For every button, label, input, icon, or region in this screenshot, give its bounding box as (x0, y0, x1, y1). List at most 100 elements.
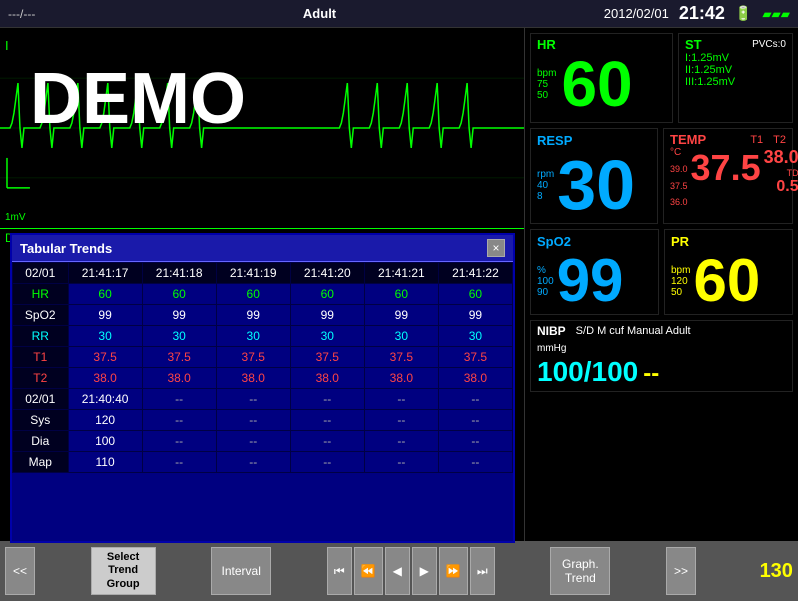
cell-date-5: -- (438, 389, 512, 410)
cell-sys-1: -- (142, 410, 216, 431)
hr-scale-high: 75 (537, 79, 556, 90)
main-area: I DEMO 1mV Diagnosis Tabular Trends × 02… (0, 28, 798, 541)
hr-st-row: HR bpm 75 50 60 ST PVCs:0 I:1.25mV (530, 33, 793, 123)
top-bar: ---/--- Adult 2012/02/01 21:42 🔋 ▰▰▰ (0, 0, 798, 28)
battery-icon: 🔋 (735, 5, 752, 22)
table-row-dia: Dia100---------- (13, 431, 513, 452)
cell-date-1: -- (142, 389, 216, 410)
temp-t-labels: T1 T2 (750, 134, 786, 146)
cell-spo2-5: 99 (438, 305, 512, 326)
hr-value: 60 (561, 52, 632, 116)
cell-map-3: -- (290, 452, 364, 473)
st-row-III: III:1.25mV (685, 76, 786, 88)
nav-prev-button[interactable]: ◀ (385, 547, 410, 595)
col-time5: 21:41:21 (364, 263, 438, 284)
resp-unit: rpm (537, 169, 554, 180)
hr-title: HR (537, 37, 556, 52)
col-time2: 21:41:18 (142, 263, 216, 284)
cell-t2-1: 38.0 (142, 368, 216, 389)
cell-spo2-3: 99 (290, 305, 364, 326)
modal-close-button[interactable]: × (487, 239, 505, 257)
nav-next-fast-button[interactable]: ⏩ (439, 547, 468, 595)
table-row-hr: HR606060606060 (13, 284, 513, 305)
battery-bars: ▰▰▰ (762, 7, 790, 21)
cell-t1-1: 37.5 (142, 347, 216, 368)
nibp-block: NIBP S/D M cuf Manual Adult mmHg 100/100… (530, 320, 793, 392)
resp-scale-low: 8 (537, 191, 554, 202)
hr-inner: bpm 75 50 60 (537, 52, 666, 116)
cell-spo2-0: 99 (68, 305, 142, 326)
left-panel: I DEMO 1mV Diagnosis Tabular Trends × 02… (0, 28, 525, 541)
tabular-modal: Tabular Trends × 02/01 21:41:17 21:41:18… (10, 233, 515, 543)
interval-button[interactable]: Interval (211, 547, 271, 595)
cell-dia-4: -- (364, 431, 438, 452)
cell-dia-2: -- (216, 431, 290, 452)
pr-scale-low: 50 (671, 287, 690, 298)
nav-next-button[interactable]: ▶ (412, 547, 437, 595)
spo2-unit: % (537, 265, 554, 276)
select-trend-button[interactable]: SelectTrendGroup (91, 547, 156, 595)
col-label-header: 02/01 (13, 263, 69, 284)
cell-rr-2: 30 (216, 326, 290, 347)
row-label-rr: RR (13, 326, 69, 347)
nav-first-button[interactable]: ⏮ (327, 547, 352, 595)
cell-hr-1: 60 (142, 284, 216, 305)
trend-tbody: HR606060606060SpO2999999999999RR30303030… (13, 284, 513, 473)
spo2-block: SpO2 % 100 90 99 (530, 229, 659, 315)
table-row-map: Map110---------- (13, 452, 513, 473)
row-label-spo2: SpO2 (13, 305, 69, 326)
cell-t2-5: 38.0 (438, 368, 512, 389)
nibp-inner: 100/100 -- (537, 356, 786, 388)
hr-block: HR bpm 75 50 60 (530, 33, 673, 123)
cell-t1-0: 37.5 (68, 347, 142, 368)
cell-map-5: -- (438, 452, 512, 473)
cell-t1-5: 37.5 (438, 347, 512, 368)
cell-map-0: 110 (68, 452, 142, 473)
pr-unit: bpm (671, 265, 690, 276)
row-label-hr: HR (13, 284, 69, 305)
cell-date-4: -- (364, 389, 438, 410)
cell-rr-4: 30 (364, 326, 438, 347)
temp-t2-value: 38.0 (764, 147, 798, 168)
cell-spo2-1: 99 (142, 305, 216, 326)
nav-group: ⏮ ⏪ ◀ ▶ ⏩ ⏭ (327, 547, 495, 595)
nav-prev-fast-button[interactable]: ⏪ (354, 547, 383, 595)
prev-button[interactable]: << (5, 547, 35, 595)
st-block: ST PVCs:0 I:1.25mV II:1.25mV III:1.25mV (678, 33, 793, 123)
nibp-dash: -- (643, 360, 659, 388)
nibp-info: S/D M cuf Manual Adult (576, 325, 691, 337)
resp-temp-row: RESP rpm 40 8 30 TEMP T1 T2 (530, 128, 793, 224)
col-time6: 21:41:22 (438, 263, 512, 284)
pr-block: PR bpm 120 50 60 (664, 229, 793, 315)
col-time1: 21:41:17 (68, 263, 142, 284)
spo2-scale-high: 100 (537, 276, 554, 287)
st-rows: I:1.25mV II:1.25mV III:1.25mV (685, 52, 786, 88)
cell-rr-5: 30 (438, 326, 512, 347)
cell-t1-2: 37.5 (216, 347, 290, 368)
table-row-rr: RR303030303030 (13, 326, 513, 347)
pvc-label: PVCs:0 (752, 39, 786, 50)
next-button[interactable]: >> (666, 547, 696, 595)
graph-trend-button[interactable]: Graph.Trend (550, 547, 610, 595)
nav-last-button[interactable]: ⏭ (470, 547, 495, 595)
cell-map-1: -- (142, 452, 216, 473)
pr-title: PR (671, 234, 689, 249)
nibp-value: 100/100 (537, 356, 638, 388)
temp-scale-mid: 37.5 (670, 181, 688, 191)
table-row-spo2: SpO2999999999999 (13, 305, 513, 326)
cell-sys-4: -- (364, 410, 438, 431)
cell-spo2-4: 99 (364, 305, 438, 326)
temp-td-label: TD (787, 168, 798, 178)
hr-scale-low: 50 (537, 90, 556, 101)
temp-block: TEMP T1 T2 °C 39.0 37.5 36.0 37.5 (663, 128, 793, 224)
resp-scale-high: 40 (537, 180, 554, 191)
cell-dia-1: -- (142, 431, 216, 452)
resp-block: RESP rpm 40 8 30 (530, 128, 658, 224)
cell-hr-0: 60 (68, 284, 142, 305)
top-right-info: 2012/02/01 21:42 🔋 ▰▰▰ (604, 3, 790, 24)
cell-sys-2: -- (216, 410, 290, 431)
cell-hr-4: 60 (364, 284, 438, 305)
cell-rr-3: 30 (290, 326, 364, 347)
nibp-unit: mmHg (537, 343, 566, 354)
cell-t2-3: 38.0 (290, 368, 364, 389)
